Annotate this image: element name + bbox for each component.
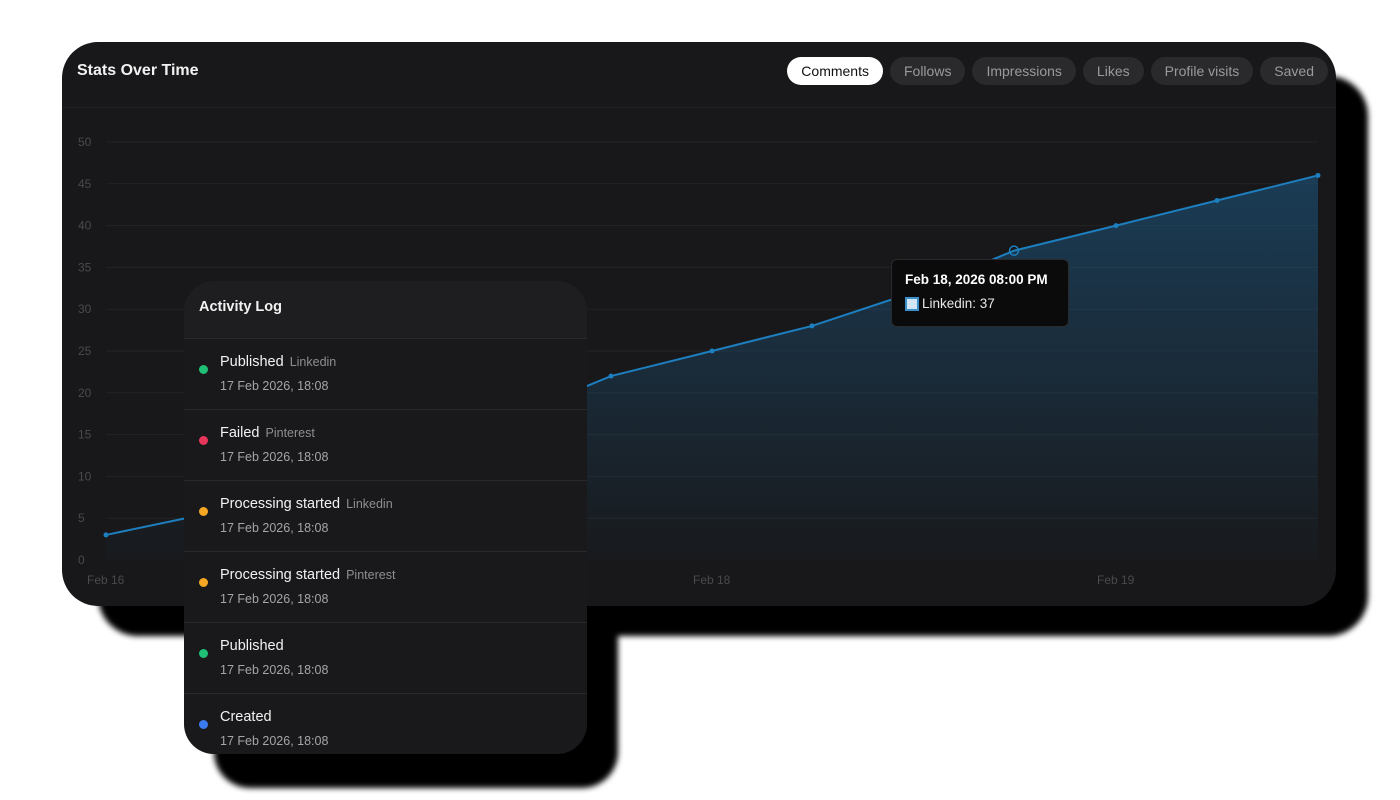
y-tick-label: 50: [78, 135, 92, 149]
data-point[interactable]: [103, 532, 109, 538]
data-point[interactable]: [709, 348, 715, 354]
activity-log-header: Activity Log: [184, 281, 587, 339]
activity-log-title: Activity Log: [199, 299, 282, 315]
data-point[interactable]: [1315, 172, 1321, 178]
log-event-label: Published: [220, 354, 284, 370]
y-tick-label: 30: [78, 302, 92, 316]
log-event: Created: [220, 709, 278, 725]
x-tick-label: Feb 19: [1097, 573, 1135, 587]
log-event-label: Failed: [220, 425, 260, 441]
log-event: Published: [220, 638, 290, 654]
log-event-label: Created: [220, 709, 272, 725]
log-event-platform: Linkedin: [289, 355, 337, 369]
y-tick-label: 20: [78, 386, 92, 400]
status-dot-icon: [199, 720, 208, 729]
log-event-platform: Pinterest: [346, 568, 396, 582]
log-event: Failed Pinterest: [220, 425, 315, 441]
y-tick-label: 40: [78, 219, 92, 233]
log-item[interactable]: Processing started Linkedin 17 Feb 2026, …: [184, 481, 587, 552]
y-tick-label: 0: [78, 553, 85, 567]
log-item[interactable]: Failed Pinterest 17 Feb 2026, 18:08: [184, 410, 587, 481]
log-event-time: 17 Feb 2026, 18:08: [220, 734, 329, 748]
y-tick-label: 5: [78, 511, 85, 525]
log-item[interactable]: Processing started Pinterest 17 Feb 2026,…: [184, 552, 587, 623]
y-tick-label: 15: [78, 428, 92, 442]
log-event-time: 17 Feb 2026, 18:08: [220, 592, 329, 606]
status-dot-icon: [199, 649, 208, 658]
log-event: Published Linkedin: [220, 354, 336, 370]
data-point[interactable]: [1214, 198, 1220, 204]
tooltip-title: Feb 18, 2026 08:00 PM: [905, 272, 1048, 287]
status-dot-icon: [199, 436, 208, 445]
log-event-time: 17 Feb 2026, 18:08: [220, 663, 329, 677]
y-tick-label: 25: [78, 344, 92, 358]
log-item[interactable]: Published Linkedin 17 Feb 2026, 18:08: [184, 339, 587, 410]
log-event-label: Processing started: [220, 496, 341, 512]
log-event: Processing started Pinterest: [220, 567, 395, 583]
y-tick-label: 10: [78, 469, 92, 483]
log-event-platform: Linkedin: [346, 497, 393, 511]
log-event-label: Processing started: [220, 567, 341, 583]
log-event-time: 17 Feb 2026, 18:08: [220, 521, 329, 535]
y-tick-label: 45: [78, 177, 92, 191]
series-swatch-icon: [905, 296, 919, 311]
chart-tooltip: Feb 18, 2026 08:00 PM Linkedin: 37: [891, 259, 1069, 327]
data-point[interactable]: [608, 373, 614, 379]
log-event-time: 17 Feb 2026, 18:08: [220, 379, 329, 393]
log-event-time: 17 Feb 2026, 18:08: [220, 450, 329, 464]
log-item[interactable]: Created 17 Feb 2026, 18:08: [184, 694, 587, 754]
x-tick-label: Feb 18: [693, 573, 731, 587]
log-event: Processing started Linkedin: [220, 496, 393, 512]
data-point[interactable]: [809, 323, 815, 329]
log-event-platform: Pinterest: [265, 426, 315, 440]
activity-log-panel: Activity Log Published Linkedin 17 Feb 20…: [184, 281, 587, 754]
y-tick-label: 35: [78, 260, 92, 274]
status-dot-icon: [199, 365, 208, 374]
status-dot-icon: [199, 578, 208, 587]
log-item[interactable]: Published 17 Feb 2026, 18:08: [184, 623, 587, 694]
x-tick-label: Feb 16: [87, 573, 125, 587]
log-event-label: Published: [220, 638, 284, 654]
status-dot-icon: [199, 507, 208, 516]
data-point[interactable]: [1113, 223, 1119, 229]
activity-log-list: Published Linkedin 17 Feb 2026, 18:08 Fai…: [184, 339, 587, 754]
tooltip-row: Linkedin: 37: [905, 296, 1055, 311]
tooltip-value: Linkedin: 37: [922, 296, 995, 311]
